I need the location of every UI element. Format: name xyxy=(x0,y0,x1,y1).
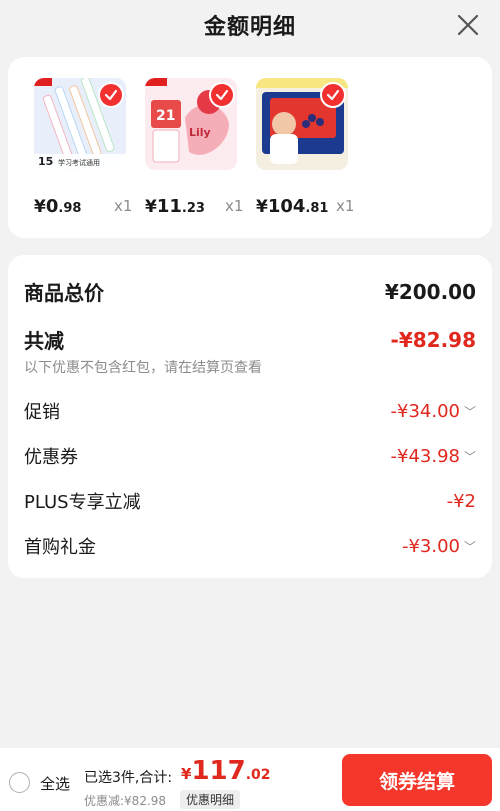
page-title: 金额明细 xyxy=(203,15,296,40)
product-item[interactable]: 21 Lily ¥11.23 x1 xyxy=(145,78,265,218)
checkout-bar: 全选 已选3件,合计: ¥117.02 优惠减:¥82.98 优惠明细 领券结算 xyxy=(0,748,500,811)
checkmark-icon[interactable] xyxy=(320,82,346,108)
grand-total: ¥117.02 xyxy=(181,756,271,786)
chevron-down-icon[interactable]: ﹀ xyxy=(464,448,476,465)
header: 金额明细 xyxy=(0,0,500,50)
chevron-down-icon[interactable]: ﹀ xyxy=(464,538,476,555)
discount-label: 首购礼金 xyxy=(24,537,96,558)
total-reduction-row: 共减 -¥82.98 xyxy=(24,325,476,354)
thumb-badge-text: 21 xyxy=(156,108,176,124)
product-quantity: x1 xyxy=(225,197,244,215)
total-reduction-label: 共减 xyxy=(24,329,64,353)
discount-value: -¥3.00 xyxy=(401,535,460,557)
select-all-label[interactable]: 全选 xyxy=(40,773,70,794)
discount-note: 以下优惠不包含红包，请在结算页查看 xyxy=(24,360,262,376)
product-item[interactable]: ¥104.81 x1 xyxy=(256,78,376,218)
checkmark-icon[interactable] xyxy=(209,82,235,108)
price-summary-card: 商品总价 ¥200.00 共减 -¥82.98 以下优惠不包含红包，请在结算页查… xyxy=(8,255,492,578)
product-quantity: x1 xyxy=(114,197,133,215)
savings-text: 优惠减:¥82.98 xyxy=(84,794,167,808)
discount-label: 优惠券 xyxy=(24,447,78,468)
discount-value: -¥43.98 xyxy=(390,445,460,467)
discount-row-coupon[interactable]: 优惠券 -¥43.98 ﹀ xyxy=(24,443,476,469)
close-icon[interactable] xyxy=(454,11,482,39)
discount-value: -¥34.00 xyxy=(390,400,460,422)
discount-row-first-purchase[interactable]: 首购礼金 -¥3.00 ﹀ xyxy=(24,533,476,559)
checkmark-icon[interactable] xyxy=(98,82,124,108)
thumb-caption: 学习考试通用 xyxy=(58,159,100,167)
selected-count-text: 已选3件,合计: xyxy=(84,770,173,786)
discount-row-promotion[interactable]: 促销 -¥34.00 ﹀ xyxy=(24,398,476,424)
product-price: ¥11.23 xyxy=(145,196,205,217)
total-price-row: 商品总价 ¥200.00 xyxy=(24,277,476,306)
total-price-label: 商品总价 xyxy=(24,281,104,305)
checkout-button[interactable]: 领券结算 xyxy=(342,754,492,806)
total-price-value: ¥200.00 xyxy=(384,279,476,304)
total-reduction-value: -¥82.98 xyxy=(390,327,476,352)
chevron-down-icon[interactable]: ﹀ xyxy=(464,403,476,420)
discount-row-plus: PLUS专享立减 -¥2 xyxy=(24,488,476,514)
product-price: ¥104.81 xyxy=(256,196,329,217)
discount-detail-button[interactable]: 优惠明细 xyxy=(180,790,241,809)
product-quantity: x1 xyxy=(336,197,355,215)
thumb-caption: Lily xyxy=(189,126,211,139)
product-item[interactable]: 15 学习考试通用 ¥0.98 x1 xyxy=(34,78,154,218)
discount-label: 促销 xyxy=(24,402,60,423)
product-price: ¥0.98 xyxy=(34,196,82,217)
discount-value: -¥2 xyxy=(446,490,476,512)
select-all-radio[interactable] xyxy=(9,772,30,793)
thumb-badge-text: 15 xyxy=(38,155,54,168)
products-card: 15 学习考试通用 ¥0.98 x1 21 Lily ¥11.23 x1 ¥10… xyxy=(8,57,492,238)
discount-label: PLUS专享立减 xyxy=(24,492,141,513)
